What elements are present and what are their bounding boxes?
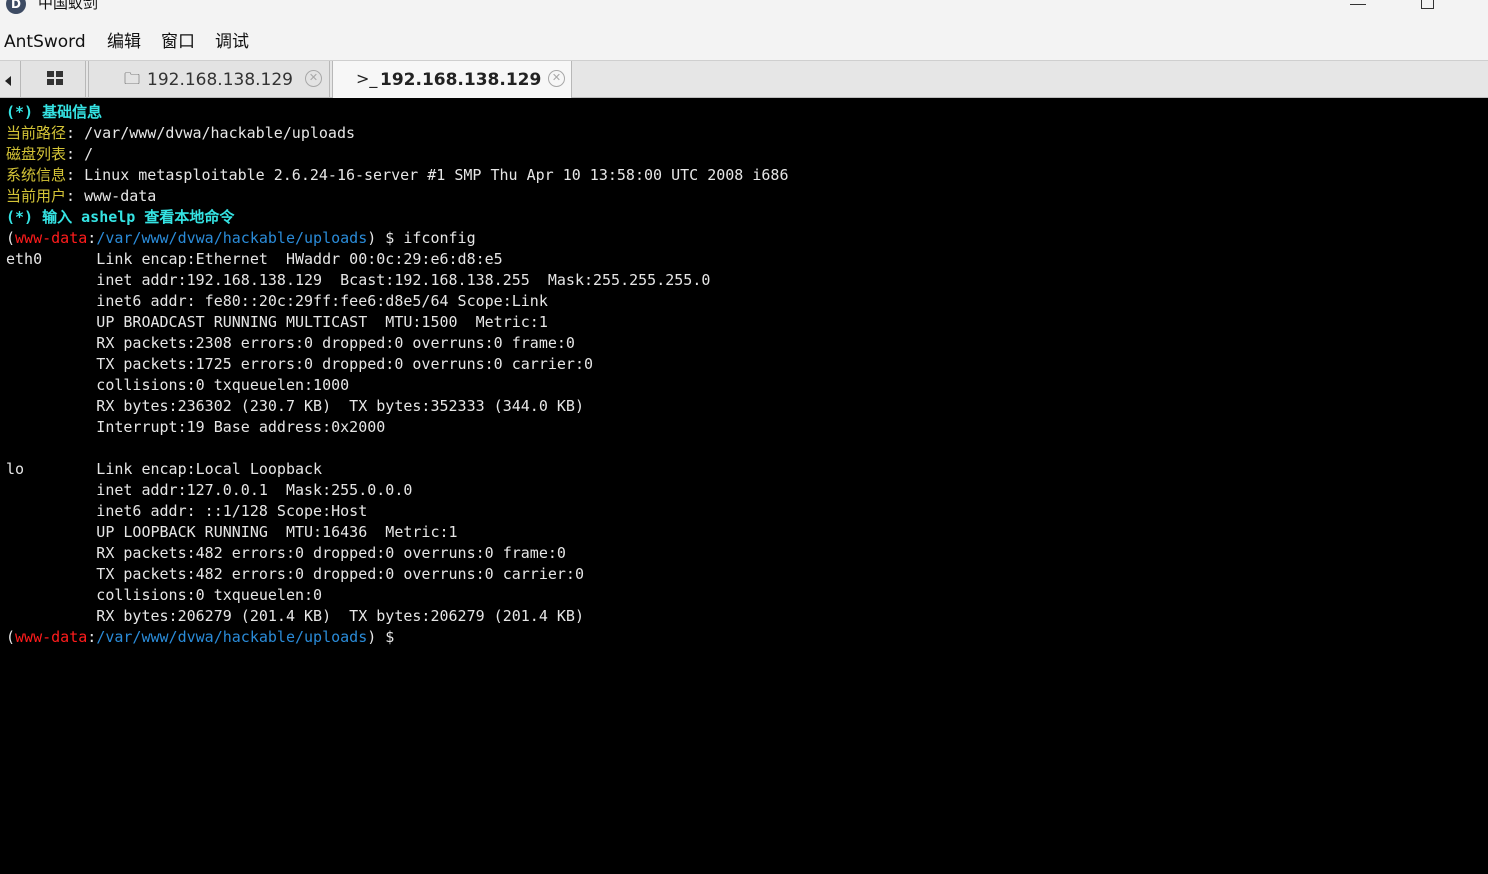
output-line: inet6 addr: ::1/128 Scope:Host xyxy=(6,502,368,520)
output-line: collisions:0 txqueuelen:0 xyxy=(6,586,332,604)
terminal-output[interactable]: (*) 基础信息 当前路径: /var/www/dvwa/hackable/up… xyxy=(0,103,1488,874)
tab-terminal[interactable]: >_ 192.168.138.129 ✕ xyxy=(332,61,572,98)
minimize-button[interactable] xyxy=(1350,4,1366,5)
info-line: 当前用户: www-data xyxy=(6,187,157,205)
menu-bar: AntSword 编辑 窗口 调试 xyxy=(0,24,1488,60)
tab-terminal-label: 192.168.138.129 xyxy=(380,70,542,90)
help-line: (*) 输入 ashelp 查看本地命令 xyxy=(6,208,235,226)
window-title: 中国蚁剑 xyxy=(38,0,99,12)
antsword-logo-icon: D xyxy=(6,0,26,14)
output-line: RX packets:2308 errors:0 dropped:0 overr… xyxy=(6,334,575,352)
output-line: lo Link encap:Local Loopback xyxy=(6,460,341,478)
close-icon[interactable]: ✕ xyxy=(548,70,565,87)
output-line: Interrupt:19 Base address:0x2000 xyxy=(6,418,395,436)
output-line: TX packets:482 errors:0 dropped:0 overru… xyxy=(6,565,584,583)
chevron-left-icon xyxy=(5,76,11,86)
prompt-line-current[interactable]: (www-data:/var/www/dvwa/hackable/uploads… xyxy=(6,627,1488,648)
tab-file-manager-label: 192.168.138.129 xyxy=(147,70,294,90)
tab-scroll-left-button[interactable] xyxy=(0,61,18,98)
command-output: eth0 Link encap:Ethernet HWaddr 00:0c:29… xyxy=(6,249,1488,627)
menu-debug[interactable]: 调试 xyxy=(215,31,249,53)
output-line: RX bytes:236302 (230.7 KB) TX bytes:3523… xyxy=(6,397,584,415)
menu-window[interactable]: 窗口 xyxy=(161,31,195,53)
info-line: 系统信息: Linux metasploitable 2.6.24-16-ser… xyxy=(6,166,789,184)
info-header: (*) 基础信息 xyxy=(6,103,103,121)
terminal-icon: >_ xyxy=(356,69,378,88)
folder-icon: 🗀 xyxy=(124,69,141,88)
output-line: eth0 Link encap:Ethernet HWaddr 00:0c:29… xyxy=(6,250,521,268)
tab-bar: 🗀 192.168.138.129 ✕ >_ 192.168.138.129 ✕ xyxy=(0,60,1488,98)
tab-home[interactable] xyxy=(20,61,86,97)
output-line: collisions:0 txqueuelen:1000 xyxy=(6,376,359,394)
output-line: UP BROADCAST RUNNING MULTICAST MTU:1500 … xyxy=(6,313,548,331)
output-line: inet6 addr: fe80::20c:29ff:fee6:d8e5/64 … xyxy=(6,292,548,310)
output-line: inet addr:192.168.138.129 Bcast:192.168.… xyxy=(6,271,711,289)
output-line: TX packets:1725 errors:0 dropped:0 overr… xyxy=(6,355,593,373)
output-line: inet addr:127.0.0.1 Mask:255.0.0.0 xyxy=(6,481,413,499)
command-text: ifconfig xyxy=(403,229,476,247)
menu-edit[interactable]: 编辑 xyxy=(107,31,141,53)
info-line: 磁盘列表: / xyxy=(6,145,94,163)
menu-antsword[interactable]: AntSword xyxy=(4,31,86,53)
prompt-line: (www-data:/var/www/dvwa/hackable/uploads… xyxy=(6,229,476,247)
close-icon[interactable]: ✕ xyxy=(305,70,322,87)
output-line: UP LOOPBACK RUNNING MTU:16436 Metric:1 xyxy=(6,523,458,541)
title-bar: D 中国蚁剑 xyxy=(0,0,1488,24)
info-line: 当前路径: /var/www/dvwa/hackable/uploads xyxy=(6,124,355,142)
maximize-button[interactable] xyxy=(1421,0,1434,9)
output-line: RX packets:482 errors:0 dropped:0 overru… xyxy=(6,544,566,562)
tab-file-manager[interactable]: 🗀 192.168.138.129 ✕ xyxy=(88,61,330,97)
output-line: RX bytes:206279 (201.4 KB) TX bytes:2062… xyxy=(6,607,584,625)
grid-icon xyxy=(47,71,63,85)
